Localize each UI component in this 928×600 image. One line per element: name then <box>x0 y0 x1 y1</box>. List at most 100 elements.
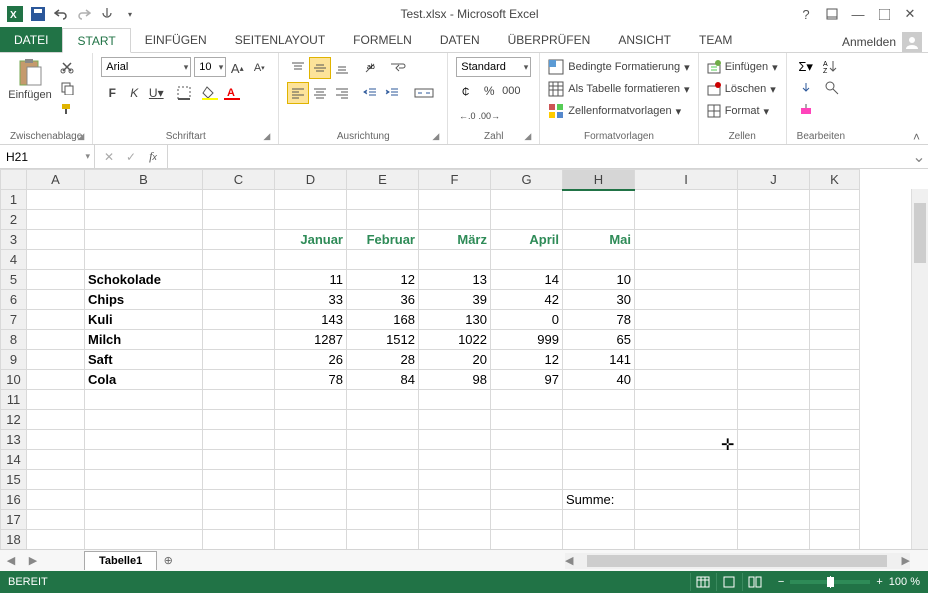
cell-D3[interactable]: Januar <box>275 230 347 250</box>
horizontal-scrollbar[interactable]: ◀▶ <box>565 553 910 569</box>
tab-ueberpruefen[interactable]: ÜBERPRÜFEN <box>494 27 605 52</box>
percent-icon[interactable]: % <box>478 80 500 102</box>
cell-G3[interactable]: April <box>491 230 563 250</box>
cell-H9[interactable]: 141 <box>563 350 635 370</box>
cell-J4[interactable] <box>738 250 810 270</box>
cell-B8[interactable]: Milch <box>85 330 203 350</box>
cell-B10[interactable]: Cola <box>85 370 203 390</box>
view-page-layout-icon[interactable] <box>716 573 742 591</box>
tab-formeln[interactable]: FORMELN <box>339 27 426 52</box>
tab-daten[interactable]: DATEN <box>426 27 494 52</box>
col-header-B[interactable]: B <box>85 170 203 190</box>
row-header-17[interactable]: 17 <box>1 510 27 530</box>
cell-I5[interactable] <box>635 270 738 290</box>
cell-A16[interactable] <box>27 490 85 510</box>
col-header-D[interactable]: D <box>275 170 347 190</box>
cell-K11[interactable] <box>810 390 860 410</box>
cell-K4[interactable] <box>810 250 860 270</box>
row-header-15[interactable]: 15 <box>1 470 27 490</box>
cell-B13[interactable] <box>85 430 203 450</box>
cell-H11[interactable] <box>563 390 635 410</box>
cell-B17[interactable] <box>85 510 203 530</box>
cell-H16[interactable]: Summe: <box>563 490 635 510</box>
cell-J11[interactable] <box>738 390 810 410</box>
col-header-F[interactable]: F <box>419 170 491 190</box>
cell-G17[interactable] <box>491 510 563 530</box>
cell-D15[interactable] <box>275 470 347 490</box>
align-right-icon[interactable] <box>331 82 353 104</box>
cell-J3[interactable] <box>738 230 810 250</box>
align-bottom-icon[interactable] <box>331 57 353 79</box>
cell-B3[interactable] <box>85 230 203 250</box>
cell-K10[interactable] <box>810 370 860 390</box>
cell-A14[interactable] <box>27 450 85 470</box>
cut-icon[interactable] <box>56 57 78 77</box>
cell-A7[interactable] <box>27 310 85 330</box>
cell-F1[interactable] <box>419 190 491 210</box>
cell-G6[interactable]: 42 <box>491 290 563 310</box>
align-center-icon[interactable] <box>309 82 331 104</box>
cell-I16[interactable] <box>635 490 738 510</box>
cell-I12[interactable] <box>635 410 738 430</box>
minimize-icon[interactable]: — <box>846 3 870 25</box>
format-cells-button[interactable]: Format ▾ <box>707 101 769 121</box>
cell-H17[interactable] <box>563 510 635 530</box>
cell-I15[interactable] <box>635 470 738 490</box>
cell-A5[interactable] <box>27 270 85 290</box>
cell-J12[interactable] <box>738 410 810 430</box>
cell-F16[interactable] <box>419 490 491 510</box>
font-name-combo[interactable]: Arial <box>101 57 191 77</box>
cell-H8[interactable]: 65 <box>563 330 635 350</box>
cell-E11[interactable] <box>347 390 419 410</box>
row-header-8[interactable]: 8 <box>1 330 27 350</box>
cell-H5[interactable]: 10 <box>563 270 635 290</box>
cell-F2[interactable] <box>419 210 491 230</box>
cell-D1[interactable] <box>275 190 347 210</box>
col-header-A[interactable]: A <box>27 170 85 190</box>
cell-D13[interactable] <box>275 430 347 450</box>
undo-icon[interactable] <box>50 3 72 25</box>
cell-E5[interactable]: 12 <box>347 270 419 290</box>
align-middle-icon[interactable] <box>309 57 331 79</box>
number-format-combo[interactable]: Standard <box>456 57 531 77</box>
cell-E13[interactable] <box>347 430 419 450</box>
cell-H13[interactable] <box>563 430 635 450</box>
font-size-combo[interactable]: 10 <box>194 57 226 77</box>
cell-F9[interactable]: 20 <box>419 350 491 370</box>
zoom-slider[interactable] <box>790 580 870 584</box>
insert-cells-button[interactable]: Einfügen ▾ <box>707 57 778 77</box>
bold-button[interactable]: F <box>101 82 123 104</box>
cell-I18[interactable] <box>635 530 738 550</box>
cell-F11[interactable] <box>419 390 491 410</box>
cell-B1[interactable] <box>85 190 203 210</box>
worksheet-grid[interactable]: ABCDEFGHIJK123JanuarFebruarMärzAprilMai4… <box>0 169 928 549</box>
cell-J15[interactable] <box>738 470 810 490</box>
vertical-scrollbar[interactable] <box>911 189 928 549</box>
cell-B12[interactable] <box>85 410 203 430</box>
row-header-5[interactable]: 5 <box>1 270 27 290</box>
find-select-icon[interactable] <box>819 78 845 98</box>
formula-bar-input[interactable] <box>168 145 910 168</box>
conditional-formatting-button[interactable]: Bedingte Formatierung ▾ <box>548 57 689 77</box>
wrap-text-icon[interactable] <box>387 57 409 79</box>
cell-K9[interactable] <box>810 350 860 370</box>
italic-button[interactable]: K <box>123 82 145 104</box>
dialog-launcher-icon[interactable]: ◢ <box>263 131 270 142</box>
cell-I1[interactable] <box>635 190 738 210</box>
cell-C7[interactable] <box>203 310 275 330</box>
cell-C15[interactable] <box>203 470 275 490</box>
cell-H14[interactable] <box>563 450 635 470</box>
cell-I7[interactable] <box>635 310 738 330</box>
cell-H12[interactable] <box>563 410 635 430</box>
redo-icon[interactable] <box>73 3 95 25</box>
cell-K14[interactable] <box>810 450 860 470</box>
dialog-launcher-icon[interactable]: ◢ <box>524 131 531 142</box>
cell-F15[interactable] <box>419 470 491 490</box>
cell-A11[interactable] <box>27 390 85 410</box>
cancel-formula-icon[interactable]: ✕ <box>99 147 119 167</box>
cell-G11[interactable] <box>491 390 563 410</box>
cell-D11[interactable] <box>275 390 347 410</box>
cell-I10[interactable] <box>635 370 738 390</box>
row-header-14[interactable]: 14 <box>1 450 27 470</box>
row-header-7[interactable]: 7 <box>1 310 27 330</box>
